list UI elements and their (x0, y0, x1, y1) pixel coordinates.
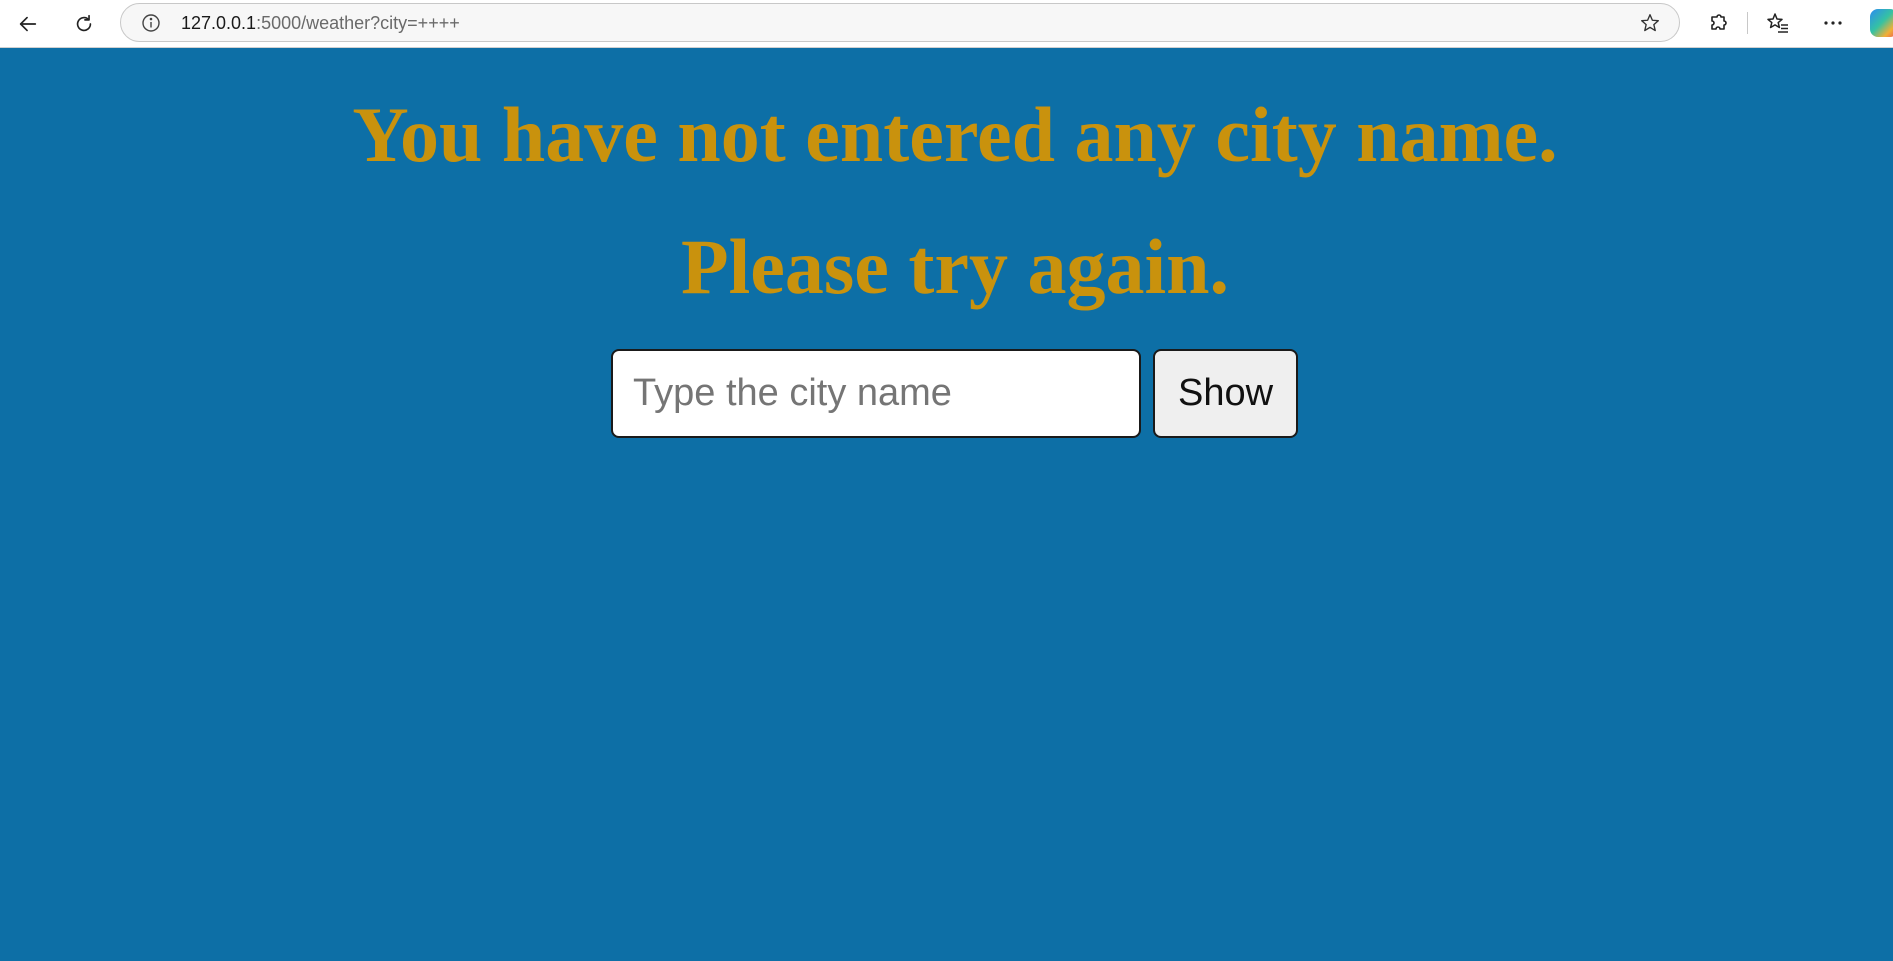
show-button[interactable]: Show (1153, 349, 1298, 438)
favorite-star-icon[interactable] (1639, 12, 1661, 34)
back-arrow-icon (19, 16, 37, 32)
retry-heading: Please try again. (680, 223, 1230, 310)
toolbar-divider (1747, 12, 1748, 34)
favorites-icon (1767, 13, 1788, 33)
url-path: :5000/weather?city=++++ (256, 13, 460, 33)
site-info-icon[interactable] (141, 13, 161, 33)
reload-icon (76, 14, 92, 32)
extensions-button[interactable] (1703, 8, 1733, 38)
page-viewport: You have not entered any city name. Plea… (0, 48, 1893, 961)
address-bar[interactable]: 127.0.0.1:5000/weather?city=++++ (120, 3, 1680, 42)
more-options-button[interactable] (1818, 8, 1848, 38)
extensions-icon (1711, 14, 1727, 30)
more-options-icon (1824, 21, 1842, 25)
back-button[interactable] (10, 6, 46, 42)
city-input[interactable] (611, 349, 1141, 438)
favorites-button[interactable] (1763, 8, 1793, 38)
url-host: 127.0.0.1 (181, 13, 257, 33)
url-text[interactable]: 127.0.0.1:5000/weather?city=++++ (181, 13, 460, 33)
browser-toolbar: 127.0.0.1:5000/weather?city=++++ (0, 0, 1893, 48)
error-heading: You have not entered any city name. (352, 91, 1558, 178)
reload-button[interactable] (66, 6, 102, 42)
copilot-icon[interactable] (1870, 9, 1893, 37)
